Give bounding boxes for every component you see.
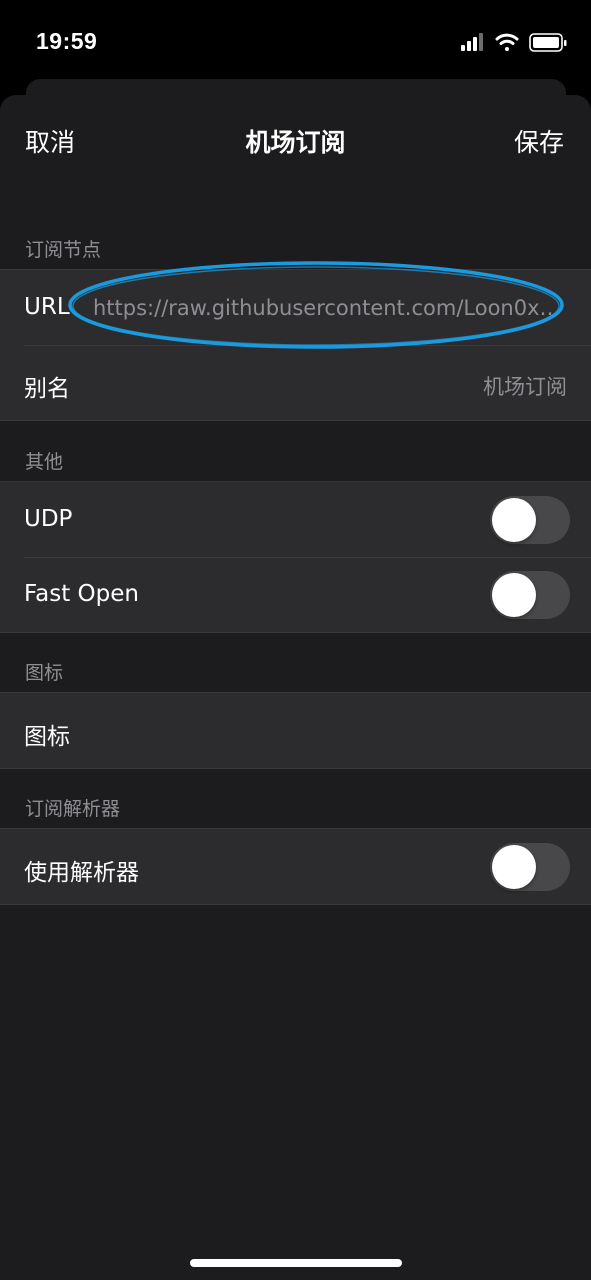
section-header-other: 其他 xyxy=(25,451,64,473)
use-parser-label: 使用解析器 xyxy=(24,860,139,886)
url-input[interactable]: https://raw.githubusercontent.com/Loon0x… xyxy=(93,296,568,320)
url-label: URL xyxy=(24,294,70,320)
alias-row[interactable]: 别名 机场订阅 xyxy=(0,345,591,420)
alias-label: 别名 xyxy=(24,376,70,402)
status-time: 19:59 xyxy=(36,28,98,54)
udp-row: UDP xyxy=(0,482,591,557)
alias-input[interactable]: 机场订阅 xyxy=(483,371,567,401)
section-header-icon: 图标 xyxy=(25,662,64,684)
fast-open-row: Fast Open xyxy=(0,557,591,632)
toggle-knob xyxy=(492,845,536,889)
save-button[interactable]: 保存 xyxy=(514,123,564,159)
icon-label: 图标 xyxy=(24,724,70,750)
section-header-subscription: 订阅节点 xyxy=(25,239,102,261)
url-row[interactable]: URL https://raw.githubusercontent.com/Lo… xyxy=(0,270,591,345)
toggle-knob xyxy=(492,498,536,542)
fast-open-label: Fast Open xyxy=(24,581,139,607)
page-title: 机场订阅 xyxy=(245,128,346,157)
cancel-button[interactable]: 取消 xyxy=(25,123,75,159)
group-other: UDP Fast Open xyxy=(0,481,591,633)
status-icons xyxy=(461,33,567,52)
udp-label: UDP xyxy=(24,506,73,532)
home-indicator xyxy=(190,1259,402,1267)
section-header-parser: 订阅解析器 xyxy=(25,798,121,820)
use-parser-toggle[interactable] xyxy=(490,843,570,891)
group-subscription: URL https://raw.githubusercontent.com/Lo… xyxy=(0,269,591,421)
icon-row[interactable]: 图标 xyxy=(0,693,591,768)
battery-icon xyxy=(529,33,567,52)
group-icon: 图标 xyxy=(0,692,591,769)
group-parser: 使用解析器 xyxy=(0,828,591,905)
status-bar: 19:59 xyxy=(0,0,591,80)
toggle-knob xyxy=(492,573,536,617)
use-parser-row: 使用解析器 xyxy=(0,829,591,904)
wifi-icon xyxy=(495,33,519,51)
fast-open-toggle[interactable] xyxy=(490,571,570,619)
udp-toggle[interactable] xyxy=(490,496,570,544)
cellular-signal-icon xyxy=(461,33,483,51)
nav-bar: 机场订阅 取消 保存 xyxy=(0,95,591,183)
